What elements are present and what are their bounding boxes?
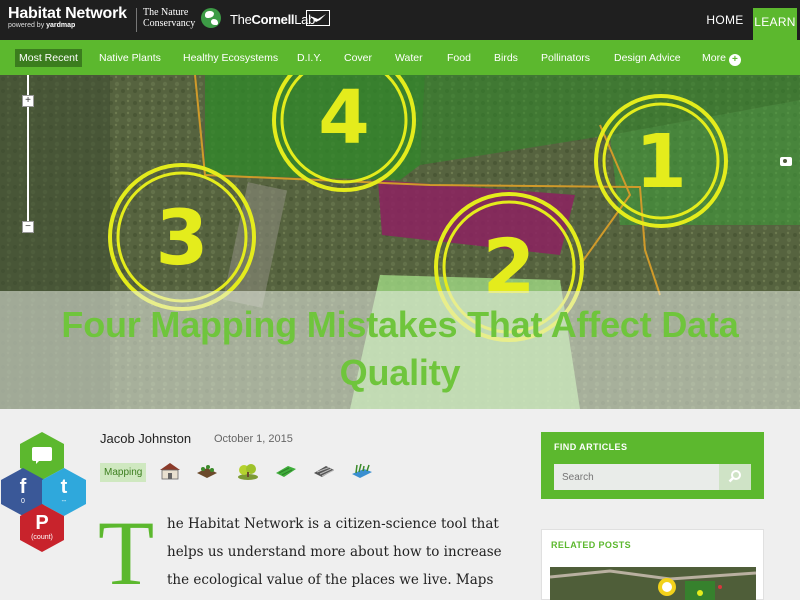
category-nav: Most Recent Native Plants Healthy Ecosys… <box>0 40 800 75</box>
paving-icon[interactable] <box>312 461 336 481</box>
related-posts-title: RELATED POSTS <box>551 540 632 550</box>
tag-mapping[interactable]: Mapping <box>100 463 147 482</box>
top-bar: Habitat Network powered by yardmap The N… <box>0 0 800 40</box>
find-articles-panel: FIND ARTICLES <box>541 432 764 499</box>
category-design-advice[interactable]: Design Advice <box>614 49 681 67</box>
brand-subtitle: powered by yardmap <box>8 22 127 30</box>
article-paragraph: he Habitat Network is a citizen-science … <box>167 516 502 588</box>
cornell-lab-logo[interactable]: TheCornellLab <box>230 12 315 27</box>
search-input[interactable] <box>554 464 719 490</box>
habitat-network-logo[interactable]: Habitat Network powered by yardmap <box>8 6 127 30</box>
category-water[interactable]: Water <box>395 49 423 67</box>
zoom-out-button[interactable]: − <box>22 221 34 233</box>
cornell-name: Cornell <box>251 12 295 27</box>
related-post-thumbnail[interactable] <box>550 567 756 600</box>
twitter-count: -- <box>61 498 67 505</box>
pinterest-count: (count) <box>31 534 53 541</box>
nav-home-link[interactable]: HOME <box>700 0 750 40</box>
search-button[interactable] <box>719 464 751 490</box>
logo-divider <box>136 8 137 32</box>
related-map-image <box>550 567 756 600</box>
hero-banner: 4 1 3 2 + − Four Mapping Mistakes That A… <box>0 75 800 409</box>
wetland-icon[interactable] <box>350 461 374 481</box>
category-food[interactable]: Food <box>447 49 471 67</box>
zoom-in-button[interactable]: + <box>22 95 34 107</box>
category-native-plants[interactable]: Native Plants <box>99 49 161 67</box>
comment-icon <box>32 447 52 464</box>
category-healthy-ecosystems[interactable]: Healthy Ecosystems <box>183 49 278 67</box>
category-birds[interactable]: Birds <box>494 49 518 67</box>
article-title-line1: Four Mapping Mistakes That Affect Data <box>61 304 739 345</box>
drop-cap: T <box>98 502 155 600</box>
category-most-recent[interactable]: Most Recent <box>15 49 82 67</box>
category-more-label: More <box>702 52 726 64</box>
tnc-line2: Conservancy <box>143 18 196 29</box>
plus-circle-icon: + <box>728 54 741 66</box>
house-icon[interactable] <box>158 461 182 481</box>
nav-learn-link[interactable]: LEARN <box>753 8 797 40</box>
nature-conservancy-logo[interactable]: The Nature Conservancy <box>143 7 195 29</box>
map-number-1: 1 <box>635 119 687 205</box>
find-articles-title: FIND ARTICLES <box>554 442 628 452</box>
bird-icon <box>306 10 330 26</box>
tnc-line1: The Nature <box>143 7 189 18</box>
category-more[interactable]: More + <box>702 49 741 67</box>
facebook-count: 0 <box>21 498 25 505</box>
category-cover[interactable]: Cover <box>344 49 372 67</box>
map-number-4: 4 <box>318 75 370 161</box>
search-icon <box>728 469 741 482</box>
category-pollinators[interactable]: Pollinators <box>541 49 590 67</box>
category-diy[interactable]: D.I.Y. <box>297 49 322 67</box>
related-posts-panel: RELATED POSTS <box>541 529 764 600</box>
cornell-the: The <box>230 12 252 27</box>
soil-bed-icon[interactable] <box>195 461 219 481</box>
article-title-line2: Quality <box>339 352 461 393</box>
globe-icon <box>201 8 221 28</box>
article-title: Four Mapping Mistakes That Affect Data Q… <box>0 301 800 397</box>
camera-icon[interactable] <box>780 157 792 166</box>
brand-sub-prefix: powered by <box>8 22 47 29</box>
article-date: October 1, 2015 <box>214 433 293 445</box>
article-author[interactable]: Jacob Johnston <box>100 431 191 446</box>
shrub-icon[interactable] <box>236 461 260 481</box>
lawn-icon[interactable] <box>274 461 298 481</box>
map-number-3: 3 <box>156 193 209 282</box>
brand-sub-bold: yardmap <box>46 22 76 29</box>
brand-title: Habitat Network <box>8 5 127 22</box>
